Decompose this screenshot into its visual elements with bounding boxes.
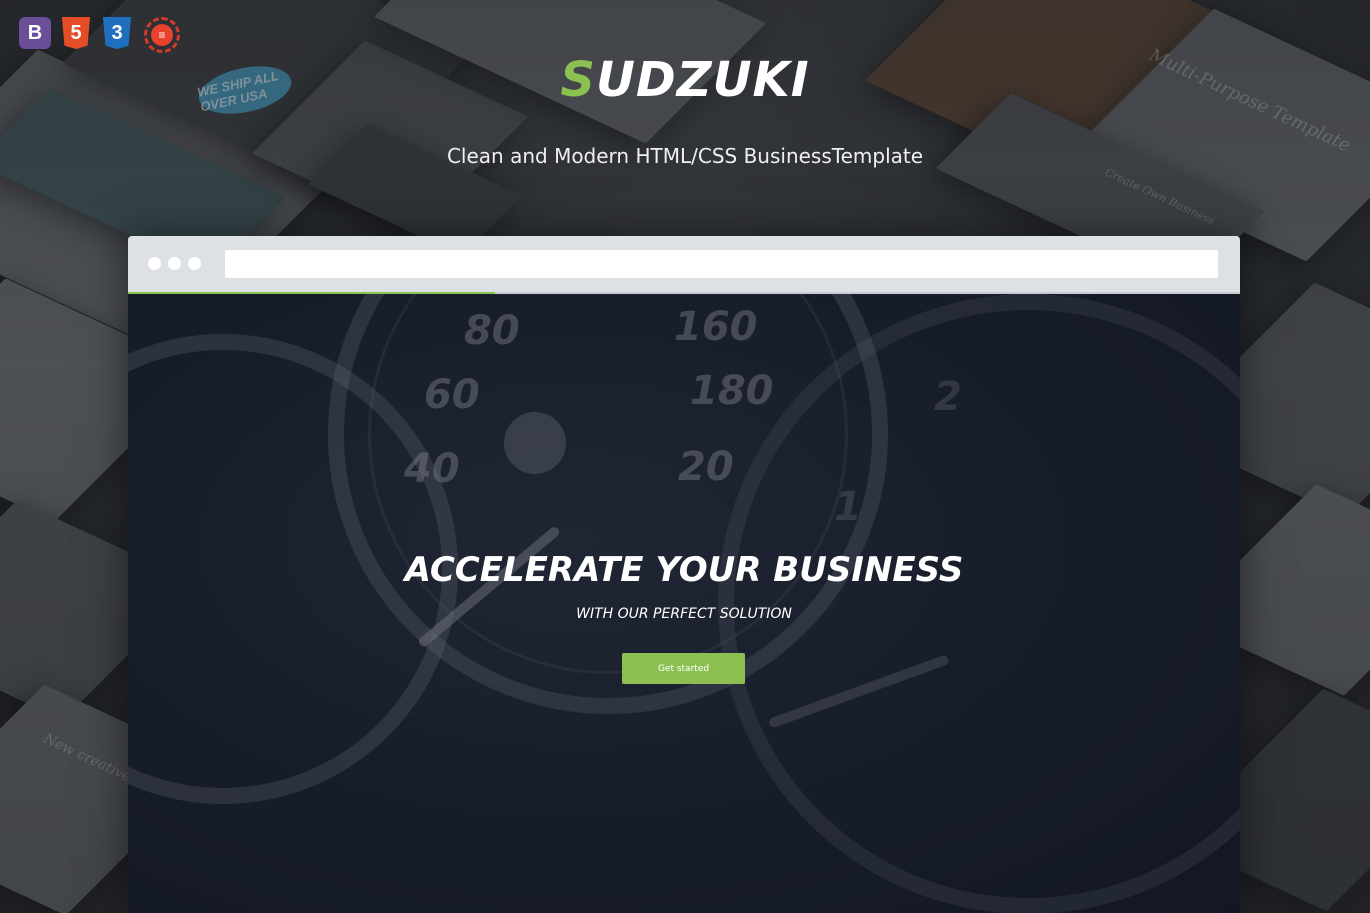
window-dot-icon[interactable] [168,257,181,270]
bootstrap-icon: B [19,17,51,49]
hero-subtitle: WITH OUR PERFECT SOLUTION [576,606,792,622]
browser-mockup: 80 60 40 160 180 20 2 1 ACCELERATE YOUR … [128,236,1240,913]
laurel-badge-icon: ≡ [142,17,182,53]
hero-section: 80 60 40 160 180 20 2 1 ACCELERATE YOUR … [128,294,1240,913]
tagline: Clean and Modern HTML/CSS BusinessTempla… [446,144,924,168]
hero-title: ACCELERATE YOUR BUSINESS [404,550,964,590]
html5-icon: 5 [61,17,91,49]
brand-accent-letter: S [560,52,596,108]
brand-logo: SUDZUKI [0,52,1370,108]
brand-name: UDZUKI [595,52,810,108]
window-dot-icon[interactable] [148,257,161,270]
browser-toolbar [128,236,1240,292]
tech-badges: B 5 3 ≡ [19,17,182,53]
address-bar[interactable] [225,250,1218,278]
css3-icon: 3 [102,17,132,49]
get-started-button[interactable]: Get started [622,653,745,684]
window-controls [148,257,201,270]
window-dot-icon[interactable] [188,257,201,270]
